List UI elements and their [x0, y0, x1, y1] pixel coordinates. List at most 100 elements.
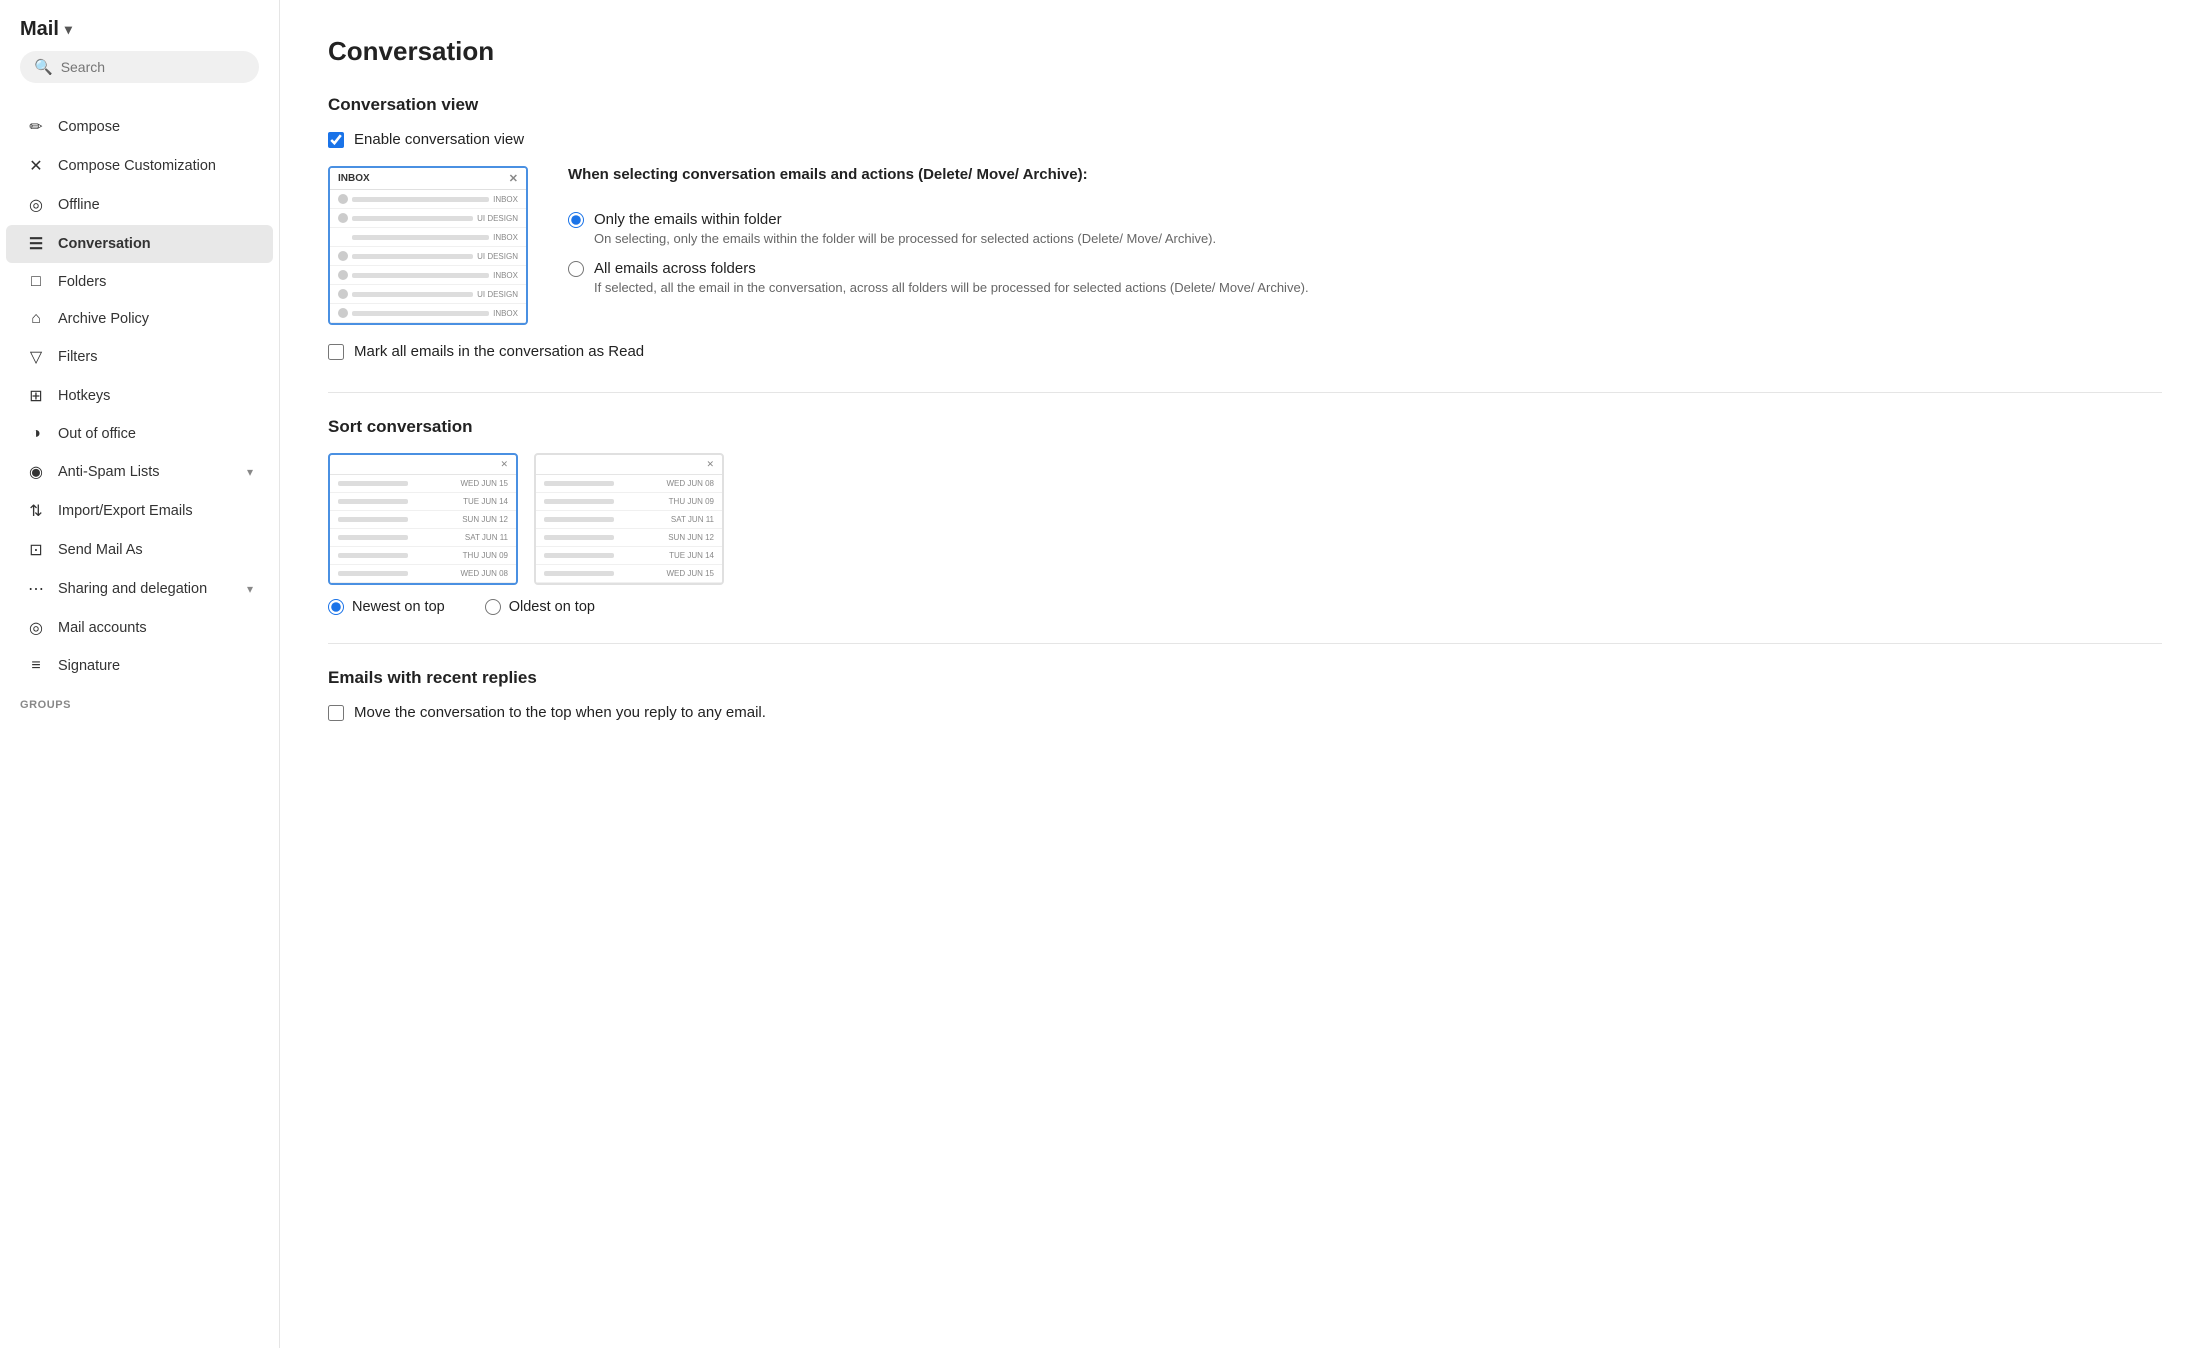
oldest-label: Oldest on top: [509, 599, 595, 615]
sort-previews: ✕ WED JUN 15 TUE JUN 14 SUN JUN 12 SAT J…: [328, 453, 2162, 585]
enable-conversation-label: Enable conversation view: [354, 131, 524, 148]
search-input[interactable]: [61, 59, 245, 75]
mark-read-row[interactable]: Mark all emails in the conversation as R…: [328, 343, 2162, 360]
sort-row: TUE JUN 14: [536, 547, 722, 565]
sidebar-item-import-export[interactable]: ⇅Import/Export Emails: [6, 492, 273, 530]
divider-2: [328, 643, 2162, 644]
sidebar-item-hotkeys[interactable]: ⊞Hotkeys: [6, 377, 273, 415]
preview-row: UI DESIGN: [330, 209, 526, 228]
sort-radio-row: Newest on top Oldest on top: [328, 599, 2162, 615]
option1-radio[interactable]: [568, 212, 584, 228]
search-icon: 🔍: [34, 58, 53, 76]
sidebar-item-label-signature: Signature: [58, 658, 120, 674]
mail-title[interactable]: Mail ▾: [20, 18, 259, 41]
sidebar-item-folders[interactable]: □ Folders: [6, 264, 273, 300]
mail-dropdown-chevron: ▾: [65, 21, 72, 38]
sidebar-item-sharing[interactable]: ⋯Sharing and delegation▾: [6, 570, 273, 608]
option2-label-row[interactable]: All emails across folders: [568, 260, 2162, 277]
chevron-down-icon: ▾: [247, 465, 253, 479]
oldest-radio[interactable]: [485, 599, 501, 615]
search-box[interactable]: 🔍: [20, 51, 259, 83]
sidebar-item-label-sharing: Sharing and delegation: [58, 581, 207, 597]
preview-row: INBOX: [330, 266, 526, 285]
sort-row: WED JUN 15: [330, 475, 516, 493]
enable-conversation-row[interactable]: Enable conversation view: [328, 131, 2162, 148]
groups-label: GROUPS: [0, 685, 279, 715]
sort-conversation-section: Sort conversation ✕ WED JUN 15 TUE JUN 1…: [328, 417, 2162, 615]
newest-radio[interactable]: [328, 599, 344, 615]
oldest-box-header: ✕: [536, 455, 722, 475]
conversation-view-title: Conversation view: [328, 95, 2162, 115]
sort-row: THU JUN 09: [536, 493, 722, 511]
sidebar-item-anti-spam[interactable]: ◉Anti-Spam Lists▾: [6, 453, 273, 491]
main-content: Conversation Conversation view Enable co…: [280, 0, 2210, 1348]
sidebar-item-label-send-mail-as: Send Mail As: [58, 542, 143, 558]
sidebar-item-signature[interactable]: ≡Signature: [6, 648, 273, 684]
archive-policy-icon: ⌂: [26, 310, 46, 328]
option2-desc: If selected, all the email in the conver…: [568, 280, 2162, 295]
option-all-folders: All emails across folders If selected, a…: [568, 260, 2162, 295]
conversation-icon: ☰: [26, 234, 46, 254]
newest-option[interactable]: Newest on top: [328, 599, 445, 615]
sidebar-item-label-folders: Folders: [58, 274, 106, 290]
preview-row: UI DESIGN: [330, 285, 526, 304]
move-conversation-label: Move the conversation to the top when yo…: [354, 704, 766, 721]
preview-inbox-label: INBOX: [338, 173, 370, 184]
close-icon: ✕: [500, 459, 508, 470]
sidebar-item-archive-policy[interactable]: ⌂Archive Policy: [6, 301, 273, 337]
newest-box-header: ✕: [330, 455, 516, 475]
sidebar-item-compose-customization[interactable]: ✕Compose Customization: [6, 147, 273, 185]
compose-customization-icon: ✕: [26, 156, 46, 176]
enable-conversation-checkbox[interactable]: [328, 132, 344, 148]
send-mail-as-icon: ⊡: [26, 540, 46, 560]
sort-row: SUN JUN 12: [536, 529, 722, 547]
recent-replies-title: Emails with recent replies: [328, 668, 2162, 688]
preview-row: INBOX: [330, 228, 526, 247]
sidebar-item-compose[interactable]: ✏ Compose: [6, 108, 273, 146]
sort-row: TUE JUN 14: [330, 493, 516, 511]
sidebar-item-filters[interactable]: ▽Filters: [6, 338, 273, 376]
anti-spam-icon: ◉: [26, 462, 46, 482]
preview-row: INBOX: [330, 190, 526, 209]
sidebar-nav: ✏ Compose ✕Compose Customization◎Offline ☰ C…: [0, 107, 279, 685]
app-title-text: Mail: [20, 18, 59, 41]
when-label: When selecting conversation emails and a…: [568, 166, 2162, 183]
preview-header: INBOX ✕: [330, 168, 526, 190]
mark-read-checkbox[interactable]: [328, 344, 344, 360]
filters-icon: ▽: [26, 347, 46, 367]
option1-label-row[interactable]: Only the emails within folder: [568, 211, 2162, 228]
sidebar-item-label-compose: Compose: [58, 119, 120, 135]
sidebar-item-mail-accounts[interactable]: ◎ Mail accounts: [6, 609, 273, 647]
sharing-icon: ⋯: [26, 579, 46, 599]
sidebar-item-send-mail-as[interactable]: ⊡ Send Mail As: [6, 531, 273, 569]
preview-close-icon: ✕: [509, 172, 518, 185]
hotkeys-icon: ⊞: [26, 386, 46, 406]
mail-accounts-icon: ◎: [26, 618, 46, 638]
sidebar-item-conversation[interactable]: ☰ Conversation: [6, 225, 273, 263]
preview-row: UI DESIGN: [330, 247, 526, 266]
move-conversation-checkbox[interactable]: [328, 705, 344, 721]
conversation-action-options: When selecting conversation emails and a…: [568, 166, 2162, 295]
close-icon: ✕: [706, 459, 714, 470]
page-title: Conversation: [328, 36, 2162, 67]
conversation-view-layout: INBOX ✕ INBOX UI DESIGN INBOX UI DESIGN …: [328, 166, 2162, 325]
sort-row: THU JUN 09: [330, 547, 516, 565]
sidebar-item-label-mail-accounts: Mail accounts: [58, 620, 147, 636]
sort-row: SAT JUN 11: [330, 529, 516, 547]
sort-row: WED JUN 08: [536, 475, 722, 493]
sidebar-item-label-conversation: Conversation: [58, 236, 151, 252]
move-conversation-row[interactable]: Move the conversation to the top when yo…: [328, 704, 2162, 721]
sort-row: SUN JUN 12: [330, 511, 516, 529]
sidebar-item-out-of-office[interactable]: ◑Out of office: [6, 416, 273, 452]
recent-replies-section: Emails with recent replies Move the conv…: [328, 668, 2162, 721]
option2-label: All emails across folders: [594, 260, 756, 277]
oldest-preview-box: ✕ WED JUN 08 THU JUN 09 SAT JUN 11 SUN J…: [534, 453, 724, 585]
mark-read-label: Mark all emails in the conversation as R…: [354, 343, 644, 360]
option2-radio[interactable]: [568, 261, 584, 277]
folders-icon: □: [26, 273, 46, 291]
option1-label: Only the emails within folder: [594, 211, 782, 228]
sidebar-item-offline[interactable]: ◎Offline: [6, 186, 273, 224]
import-export-icon: ⇅: [26, 501, 46, 521]
compose-icon: ✏: [26, 117, 46, 137]
oldest-option[interactable]: Oldest on top: [485, 599, 595, 615]
